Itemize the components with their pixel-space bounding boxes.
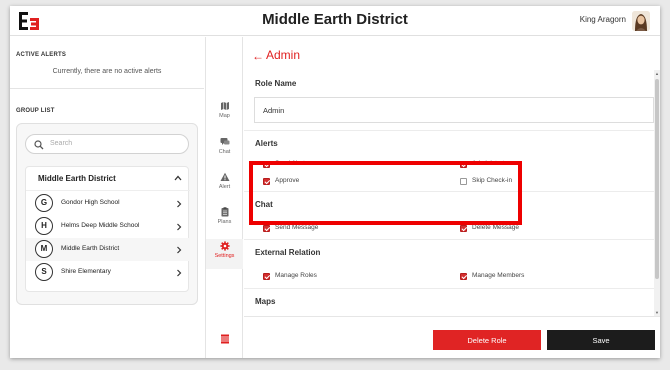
- search-placeholder: Search: [50, 140, 73, 147]
- back-arrow-icon[interactable]: ←: [252, 49, 264, 63]
- highlight-box: [249, 161, 522, 225]
- user-name[interactable]: King Aragorn: [580, 15, 626, 24]
- page-title: Admin: [266, 48, 301, 62]
- nav-label: Chat: [218, 149, 231, 155]
- top-header: Middle Earth District King Aragorn: [10, 6, 660, 36]
- nav-label: Plans: [217, 219, 232, 225]
- school-row-gondor[interactable]: G Gondor High School: [26, 192, 190, 215]
- nav-item-chat[interactable]: Chat: [206, 135, 243, 165]
- group-title: Alerts: [255, 139, 278, 148]
- role-name-label: Role Name: [255, 79, 297, 88]
- active-alerts-label: ACTIVE ALERTS: [16, 52, 67, 58]
- delete-role-button[interactable]: Delete Role: [433, 330, 541, 350]
- chat-icon: [220, 138, 230, 145]
- nav-label: Settings: [214, 253, 235, 259]
- app-window: Middle Earth District King Aragorn ACTIV…: [10, 6, 660, 358]
- district-card: Middle Earth District G Gondor High Scho…: [25, 166, 190, 292]
- school-initial-badge: H: [35, 217, 53, 235]
- permission-label: Delete Message: [472, 224, 519, 231]
- nav-item-plans[interactable]: Plans: [206, 205, 243, 235]
- chevron-right-icon: [177, 200, 182, 208]
- gear-icon: [220, 241, 230, 251]
- map-icon: [221, 102, 229, 110]
- group-title: External Relation: [255, 248, 321, 257]
- side-nav: Map Chat Alert Plans Settings: [205, 37, 243, 358]
- chevron-right-icon: [177, 223, 182, 231]
- permission-group-external-relation: External Relation Manage Roles Manage Me…: [244, 239, 654, 293]
- nav-item-alert[interactable]: Alert: [206, 170, 243, 200]
- scroll-up-icon[interactable]: ▲: [655, 71, 659, 76]
- nav-label: Map: [219, 113, 230, 119]
- checkbox[interactable]: [460, 273, 467, 280]
- scroll-down-icon[interactable]: ▼: [655, 310, 659, 315]
- permission-label: Send Message: [275, 224, 319, 231]
- chevron-right-icon: [177, 269, 182, 277]
- user-avatar[interactable]: [632, 11, 650, 31]
- permission-label: Manage Members: [472, 272, 525, 279]
- school-name: Gondor High School: [61, 199, 120, 206]
- search-icon: [34, 140, 44, 150]
- divider: [10, 88, 204, 89]
- school-row-shire[interactable]: S Shire Elementary: [26, 261, 190, 284]
- checkbox[interactable]: [263, 225, 270, 232]
- alert-icon: [220, 172, 230, 181]
- group-list-label: GROUP LIST: [16, 108, 55, 114]
- scrollbar[interactable]: ▲ ▼: [654, 70, 660, 316]
- save-button[interactable]: Save: [547, 330, 655, 350]
- permission-label: Manage Roles: [275, 272, 317, 279]
- chevron-right-icon: [177, 246, 182, 254]
- school-name: Shire Elementary: [61, 268, 111, 275]
- school-name: Middle Earth District: [61, 245, 120, 252]
- school-row-middle-earth[interactable]: M Middle Earth District: [26, 238, 190, 261]
- nav-item-map[interactable]: Map: [206, 99, 243, 129]
- nav-label: Alert: [218, 184, 231, 190]
- group-list: Search Middle Earth District G Gondor Hi…: [16, 123, 198, 305]
- school-initial-badge: M: [35, 240, 53, 258]
- left-panel: ACTIVE ALERTS Currently, there are no ac…: [10, 37, 204, 358]
- nav-item-settings[interactable]: Settings: [206, 239, 243, 269]
- school-name: Helms Deep Middle School: [61, 222, 140, 229]
- no-alerts-message: Currently, there are no active alerts: [52, 68, 162, 75]
- school-initial-badge: S: [35, 263, 53, 281]
- form-footer: Delete Role Save: [244, 316, 660, 358]
- search-box[interactable]: Search: [25, 134, 189, 154]
- chevron-up-icon[interactable]: [174, 174, 182, 182]
- school-row-helms-deep[interactable]: H Helms Deep Middle School: [26, 215, 190, 238]
- district-name: Middle Earth District: [38, 174, 116, 183]
- group-title: Maps: [255, 297, 276, 306]
- school-initial-badge: G: [35, 194, 53, 212]
- menu-icon[interactable]: [220, 334, 230, 344]
- district-title: Middle Earth District: [262, 11, 408, 28]
- district-header[interactable]: Middle Earth District: [26, 167, 190, 191]
- clipboard-icon: [221, 207, 229, 217]
- scroll-thumb[interactable]: [655, 79, 659, 279]
- checkbox[interactable]: [263, 273, 270, 280]
- checkbox[interactable]: [460, 225, 467, 232]
- permission-group-maps: Maps: [244, 288, 654, 316]
- main-panel: ← Admin Role Name Alerts Send Alerts Adm…: [244, 37, 660, 358]
- role-name-input[interactable]: [254, 97, 654, 123]
- role-form: Role Name Alerts Send Alerts Administrat…: [244, 70, 654, 316]
